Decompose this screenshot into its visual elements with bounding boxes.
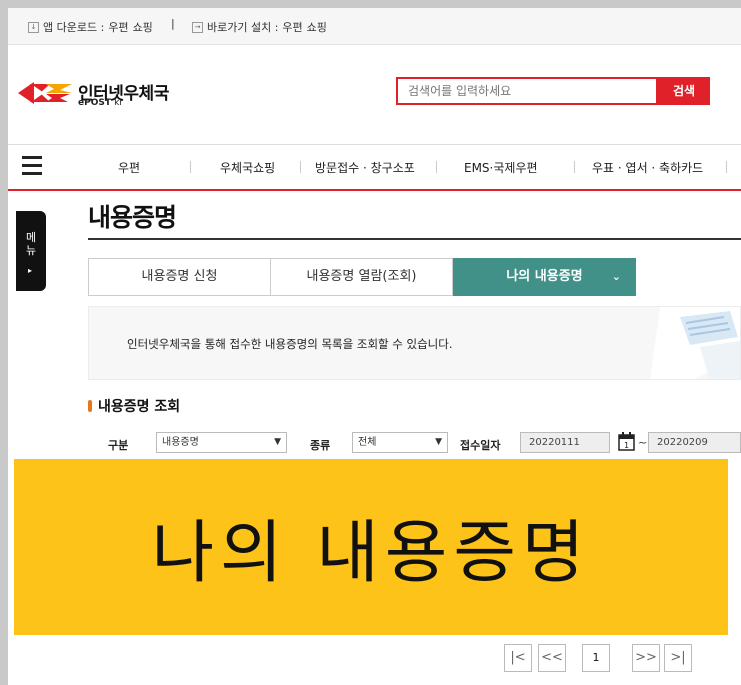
app-download-label: 앱 다운로드 : <box>43 21 105 34</box>
shortcut-shop-link[interactable]: 쇼핑 <box>307 19 327 35</box>
kind-select-value: 전체 <box>358 437 377 448</box>
section-heading: 내용증명 조회 <box>88 396 180 416</box>
side-menu-label: 메뉴 <box>25 231 37 257</box>
title-divider <box>88 238 741 240</box>
date-label: 접수일자 <box>460 439 501 452</box>
info-text: 인터넷우체국을 통해 접수한 내용증명의 목록을 조회할 수 있습니다. <box>127 337 453 351</box>
last-page-button[interactable]: >| <box>664 644 692 672</box>
overlay-title: 나의 내용증명 <box>151 514 591 593</box>
type-label: 구분 <box>108 439 129 452</box>
logo-subtitle-bold: ePOST <box>78 98 111 108</box>
page-number-current[interactable]: 1 <box>582 644 610 672</box>
date-from-input[interactable]: 20220111 <box>520 432 610 453</box>
chevron-right-icon: ▸ <box>28 266 33 275</box>
utility-bar: ↓ 앱 다운로드 : 우편 쇼핑 | → 바로가기 설치 : 우편 쇼핑 <box>8 8 741 45</box>
nav-item-ems[interactable]: EMS·국제우편 <box>464 159 538 176</box>
hamburger-menu-icon[interactable] <box>22 156 44 176</box>
nav-divider <box>436 161 437 173</box>
nav-divider <box>300 161 301 173</box>
nav-item-visit-pickup[interactable]: 방문접수 · 창구소포 <box>315 159 415 176</box>
app-download-post-link[interactable]: 우편 <box>108 19 128 35</box>
calendar-icon[interactable]: 1 <box>618 431 635 451</box>
kind-select[interactable]: 전체 ▼ <box>352 432 448 453</box>
tab-my-certified-mail-label: 나의 내용증명 <box>506 269 583 284</box>
nav-divider <box>574 161 575 173</box>
shortcut-group: → 바로가기 설치 : 우편 쇼핑 <box>192 19 327 35</box>
nav-divider <box>726 161 727 173</box>
logo-subtitle: ePOST kr <box>78 98 123 108</box>
pagination: |< << 1 >> >| <box>8 644 741 674</box>
page-title: 내용증명 <box>88 203 177 232</box>
shortcut-post-link[interactable]: 우편 <box>282 19 302 35</box>
topbar-separator: | <box>171 17 175 30</box>
nav-item-stamps[interactable]: 우표 · 엽서 · 축하카드 <box>592 159 703 176</box>
nav-item-shopping[interactable]: 우체국쇼핑 <box>220 159 275 176</box>
tab-my-certified-mail[interactable]: 나의 내용증명 ⌄ <box>453 258 636 296</box>
epost-logo-icon <box>18 82 72 104</box>
nav-divider <box>190 161 191 173</box>
type-select-value: 내용증명 <box>162 437 199 448</box>
type-select[interactable]: 내용증명 ▼ <box>156 432 287 453</box>
kind-label: 종류 <box>310 439 331 452</box>
section-title: 내용증명 조회 <box>98 399 181 415</box>
tab-view[interactable]: 내용증명 열람(조회) <box>270 258 453 296</box>
tab-apply[interactable]: 내용증명 신청 <box>88 258 271 296</box>
download-icon: ↓ <box>28 21 39 33</box>
shortcut-label: 바로가기 설치 : <box>207 21 279 34</box>
chevron-down-icon: ▼ <box>274 437 281 447</box>
next-page-button[interactable]: >> <box>632 644 660 672</box>
app-download-group: ↓ 앱 다운로드 : 우편 쇼핑 <box>28 19 153 35</box>
browser-viewport: ↓ 앱 다운로드 : 우편 쇼핑 | → 바로가기 설치 : 우편 쇼핑 인터넷… <box>8 8 741 685</box>
shortcut-icon: → <box>192 21 203 33</box>
app-download-shop-link[interactable]: 쇼핑 <box>133 19 153 35</box>
svg-text:1: 1 <box>624 441 629 450</box>
nav-item-post[interactable]: 우편 <box>118 159 140 176</box>
chevron-down-icon: ⌄ <box>611 270 621 283</box>
main-navigation: 우편 우체국쇼핑 방문접수 · 창구소포 EMS·국제우편 우표 · 엽서 · … <box>8 144 741 191</box>
info-box: 인터넷우체국을 통해 접수한 내용증명의 목록을 조회할 수 있습니다. <box>88 306 741 380</box>
document-illustration-icon <box>650 307 740 379</box>
chevron-down-icon: ▼ <box>435 437 442 447</box>
site-logo[interactable]: 인터넷우체국 ePOST kr <box>16 76 186 116</box>
title-overlay-banner: 나의 내용증명 <box>14 459 728 635</box>
first-page-button[interactable]: |< <box>504 644 532 672</box>
date-to-input[interactable]: 20220209 <box>648 432 741 453</box>
search-button[interactable]: 검색 <box>658 77 710 105</box>
search-input[interactable] <box>396 77 658 105</box>
date-range-tilde: ~ <box>638 436 648 449</box>
side-menu-toggle[interactable]: 메뉴 ▸ <box>16 211 46 291</box>
prev-page-button[interactable]: << <box>538 644 566 672</box>
logo-subtitle-light: kr <box>114 98 124 108</box>
section-bullet-icon <box>88 400 92 412</box>
lookup-form: 구분 내용증명 ▼ 종류 전체 ▼ 접수일자 20220111 1 ~ 2022… <box>88 430 741 460</box>
